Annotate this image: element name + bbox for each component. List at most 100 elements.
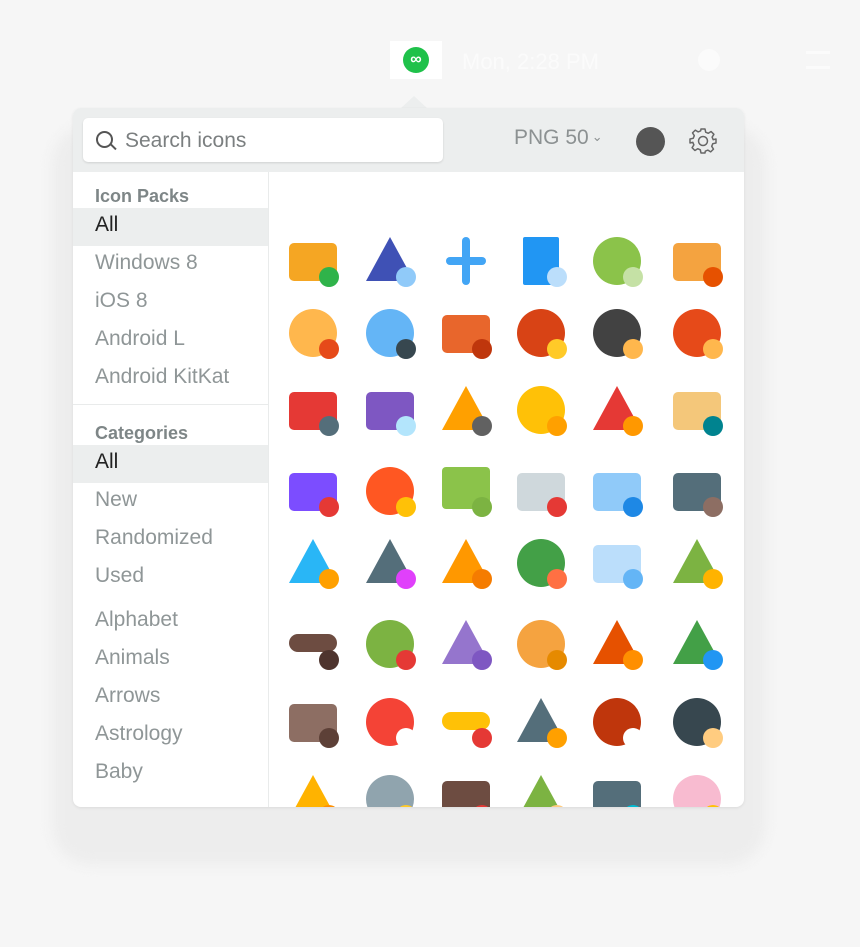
bull-icon[interactable] [509,301,573,365]
colosseum-icon[interactable] [665,229,729,293]
piggy-bank-shape [673,775,721,807]
airplane-icon[interactable] [434,229,498,293]
gear-icon[interactable] [688,126,718,156]
payment-terminal-icon[interactable] [585,767,649,807]
chainsaw-accent [472,416,492,436]
pretzel-accent [547,650,567,670]
comet-icon[interactable] [358,459,422,523]
speech-bubble-icon[interactable] [434,459,498,523]
category-baby[interactable]: Baby [73,755,268,793]
american-football-icon[interactable] [585,690,649,754]
umbrella-accent [703,650,723,670]
menu-bar: ∞ Mon, 2:28 PM [0,41,860,79]
category-new[interactable]: New [73,483,268,521]
chevron-down-icon: ⌄ [591,129,603,144]
piggy-bank-icon[interactable] [665,767,729,807]
customer-support-icon[interactable] [281,301,345,365]
keyboard-icon[interactable] [585,531,649,595]
search-input[interactable] [123,118,437,164]
speech-bubble-accent [472,497,492,517]
chili-pepper-icon[interactable] [585,378,649,442]
sagrada-familia-accent [319,728,339,748]
category-astrology[interactable]: Astrology [73,717,268,755]
comet-accent [396,497,416,517]
briefcase-icon[interactable] [434,301,498,365]
sombrero-icon[interactable] [434,690,498,754]
megaphone-accent [396,267,416,287]
pretzel-icon[interactable] [509,612,573,676]
verified-badge-accent [623,267,643,287]
cash-register-icon[interactable] [358,378,422,442]
pack-android-l[interactable]: Android L [73,322,268,360]
verified-badge-icon[interactable] [585,229,649,293]
ninja-turtle-accent [396,650,416,670]
sushi-icon[interactable] [665,690,729,754]
viking-helmet-icon[interactable] [358,767,422,807]
origami-swan-icon[interactable] [434,612,498,676]
pack-ios-8[interactable]: iOS 8 [73,284,268,322]
magic-wand-icon[interactable] [358,531,422,595]
user-icon[interactable] [698,49,720,71]
categories-heading: Categories [95,423,189,443]
train-icon[interactable] [281,459,345,523]
astronaut-icon[interactable] [358,301,422,365]
cash-register-accent [396,416,416,436]
cactus-icon[interactable] [509,767,573,807]
add-ticket-icon[interactable] [281,229,345,293]
infinity-icon: ∞ [403,47,429,73]
shovel-icon[interactable] [509,690,573,754]
game-controller-icon[interactable] [509,459,573,523]
category-randomized[interactable]: Randomized [73,521,268,559]
category-arrows[interactable]: Arrows [73,679,268,717]
color-picker-button[interactable] [636,127,665,156]
palm-branch-accent [703,569,723,589]
search-box[interactable] [83,118,443,164]
list-menu-icon[interactable] [806,51,830,69]
pack-windows-8[interactable]: Windows 8 [73,246,268,284]
palm-branch-icon[interactable] [665,531,729,595]
viking-ship-shape [442,781,490,807]
umbrella-icon[interactable] [665,612,729,676]
coin-icon[interactable] [509,378,573,442]
car-pushing-icon[interactable] [281,378,345,442]
colosseum-accent [703,267,723,287]
power-button-icon[interactable] [358,690,422,754]
document-exclamation-accent [547,267,567,287]
highlighter-shape [289,775,337,807]
ninja-turtle-icon[interactable] [358,612,422,676]
tyrolean-hat-accent [547,569,567,589]
megaphone-icon[interactable] [358,229,422,293]
businessman-icon[interactable] [585,301,649,365]
office-building-icon[interactable] [585,459,649,523]
category-animals[interactable]: Animals [73,641,268,679]
airplane-accent [446,257,486,265]
icon-grid [269,172,744,807]
sagrada-familia-icon[interactable] [281,690,345,754]
category-alphabet[interactable]: Alphabet [73,603,268,641]
mustache-icon[interactable] [281,612,345,676]
document-exclamation-icon[interactable] [509,229,573,293]
menubar-datetime: Mon, 2:28 PM [462,49,599,74]
pack-android-kitkat[interactable]: Android KitKat [73,360,268,398]
church-icon[interactable] [665,378,729,442]
sombrero-accent [472,728,492,748]
category-all[interactable]: All [73,445,268,483]
format-value: PNG 50 [514,126,589,149]
power-button-accent [396,728,416,748]
filter-icon[interactable] [434,531,498,595]
video-camera-icon[interactable] [665,459,729,523]
hand-fan-icon[interactable] [281,531,345,595]
church-accent [703,416,723,436]
format-dropdown[interactable]: PNG 50 ⌄ [514,126,603,150]
category-used[interactable]: Used [73,559,268,597]
highlighter-icon[interactable] [281,767,345,807]
filter-accent [472,569,492,589]
tyrolean-hat-icon[interactable] [509,531,573,595]
pyramids-icon[interactable] [585,612,649,676]
pack-all[interactable]: All [73,208,268,246]
businesswoman-icon[interactable] [665,301,729,365]
payment-terminal-shape [593,781,641,807]
app-menubar-button[interactable]: ∞ [390,41,442,79]
viking-ship-icon[interactable] [434,767,498,807]
chainsaw-icon[interactable] [434,378,498,442]
